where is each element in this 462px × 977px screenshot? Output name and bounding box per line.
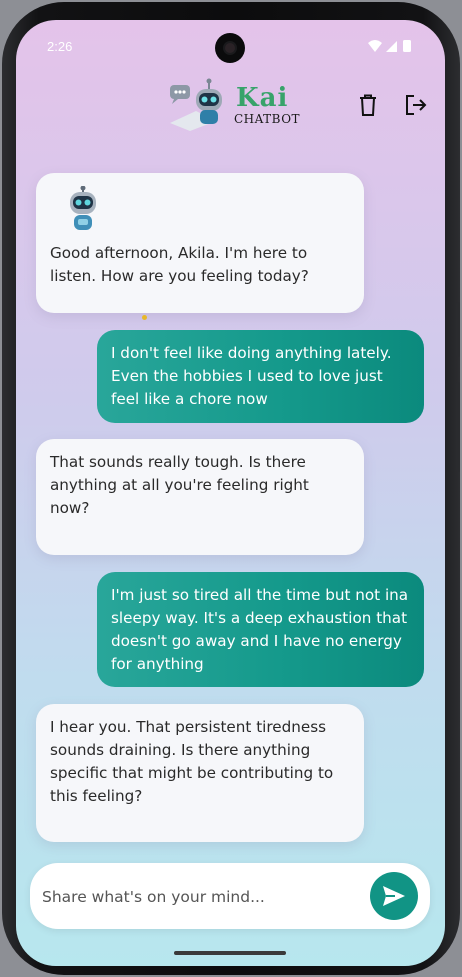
wifi-icon [368, 40, 382, 52]
send-icon [383, 886, 405, 906]
kai-logo: Kai CHATBOT [166, 77, 300, 133]
message-text: That sounds really tough. Is there anyth… [50, 453, 309, 517]
user-message: I don't feel like doing anything lately.… [97, 330, 424, 423]
status-icons [368, 40, 411, 52]
app-screen: 2:26 Kai CHATBOT Good afternoon, Akila. … [16, 20, 445, 966]
logout-icon [406, 95, 427, 115]
bot-avatar-icon [70, 186, 96, 230]
robot-chat-icon [170, 78, 222, 131]
phone-frame: 2:26 Kai CHATBOT Good afternoon, Akila. … [2, 2, 460, 975]
message-text: I don't feel like doing anything lately.… [111, 344, 392, 408]
send-button[interactable] [370, 872, 418, 920]
user-message: I'm just so tired all the time but not i… [97, 572, 424, 687]
bot-message: I hear you. That persistent tiredness so… [36, 704, 364, 842]
message-text: Good afternoon, Akila. I'm here to liste… [50, 244, 309, 285]
home-indicator [174, 951, 286, 955]
trash-icon [360, 94, 376, 116]
delete-chat-button[interactable] [354, 91, 382, 119]
app-header: Kai CHATBOT [16, 74, 445, 140]
bot-message: Good afternoon, Akila. I'm here to liste… [36, 173, 364, 313]
power-button [456, 382, 460, 472]
status-bar: 2:26 [16, 20, 445, 74]
signal-icon [386, 41, 397, 52]
logout-button[interactable] [402, 91, 430, 119]
battery-icon [403, 40, 411, 52]
status-time: 2:26 [47, 39, 73, 54]
message-composer [30, 863, 430, 929]
bot-message: That sounds really tough. Is there anyth… [36, 439, 364, 555]
message-text: I'm just so tired all the time but not i… [111, 586, 409, 673]
volume-button [456, 302, 460, 357]
logo-title: Kai [236, 83, 289, 113]
message-input[interactable] [40, 875, 364, 919]
front-camera [215, 33, 245, 63]
typing-dot [142, 315, 147, 320]
message-text: I hear you. That persistent tiredness so… [50, 718, 334, 805]
logo-subtitle: CHATBOT [234, 112, 301, 126]
